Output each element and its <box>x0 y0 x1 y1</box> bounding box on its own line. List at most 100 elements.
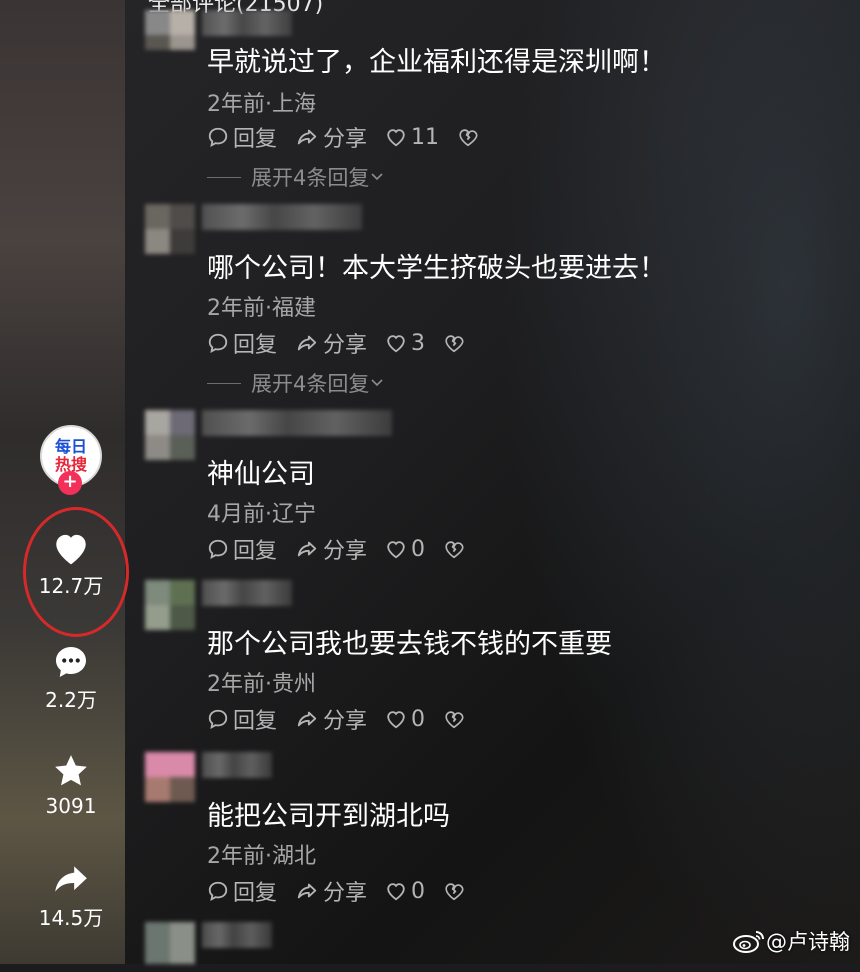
comment-meta: 2年前·湖北 <box>207 844 316 869</box>
reply-label: 回复 <box>233 333 278 358</box>
reply-bubble-icon <box>208 881 228 901</box>
user-avatar-pixelated[interactable] <box>145 410 195 460</box>
share-outline-icon <box>297 335 317 351</box>
user-avatar-pixelated[interactable] <box>145 752 195 802</box>
comment-actions: 回复 分享 0 <box>207 704 487 734</box>
expand-divider <box>207 382 241 384</box>
share-comment-button[interactable]: 分享 <box>295 703 367 735</box>
share-label: 分享 <box>323 539 368 564</box>
heart-outline-icon <box>387 335 405 353</box>
chevron-down-icon <box>371 173 383 181</box>
favorite-count: 3091 <box>45 794 97 818</box>
avatar-line1: 每日 <box>54 437 87 456</box>
reply-button[interactable]: 回复 <box>207 327 277 359</box>
comment-like-button[interactable]: 3 <box>385 331 425 356</box>
username-pixelated[interactable] <box>202 204 362 230</box>
broken-heart-icon <box>445 883 464 901</box>
comment-text: 那个公司我也要去钱不钱的不重要 <box>207 629 612 660</box>
user-avatar-pixelated[interactable] <box>145 204 195 254</box>
dislike-button[interactable] <box>443 880 469 902</box>
share-outline-icon <box>297 883 317 899</box>
username-pixelated[interactable] <box>202 580 292 606</box>
expand-label: 展开4条回复 <box>251 166 370 190</box>
share-button[interactable]: 14.5万 <box>0 860 142 931</box>
comment-meta: 4月前·辽宁 <box>207 502 316 527</box>
comment-meta: 2年前·福建 <box>207 296 316 321</box>
username-pixelated[interactable] <box>202 10 292 36</box>
share-label: 分享 <box>323 881 368 906</box>
dislike-button[interactable] <box>443 332 469 354</box>
comment-like-button[interactable]: 0 <box>385 879 425 904</box>
expand-replies[interactable]: 展开4条回复 <box>207 368 385 398</box>
comment-actions: 回复 分享 0 <box>207 534 487 564</box>
favorite-button[interactable]: 3091 <box>0 752 142 818</box>
comment-like-count: 0 <box>411 878 426 904</box>
watermark-text: @卢诗翰 <box>766 930 850 954</box>
heart-outline-icon <box>387 541 405 559</box>
reply-button[interactable]: 回复 <box>207 703 277 735</box>
follow-button[interactable]: + <box>58 471 82 495</box>
comment-bubble-icon <box>56 647 86 677</box>
user-avatar-pixelated[interactable] <box>145 580 195 630</box>
heart-outline-icon <box>387 129 405 147</box>
dislike-button[interactable] <box>443 538 469 560</box>
comment-text: 哪个公司！本大学生挤破头也要进去！ <box>207 253 666 284</box>
broken-heart-icon <box>445 335 464 353</box>
weibo-logo-icon <box>733 931 764 953</box>
expand-label: 展开4条回复 <box>251 372 370 396</box>
reply-button[interactable]: 回复 <box>207 875 277 907</box>
chevron-down-icon <box>371 379 383 387</box>
share-label: 分享 <box>323 709 368 734</box>
expand-replies[interactable]: 展开4条回复 <box>207 162 385 192</box>
comment-actions: 回复 分享 3 <box>207 328 487 358</box>
like-button[interactable]: 12.7万 <box>0 530 142 599</box>
comment-like-count: 3 <box>411 330 426 356</box>
comment-count: 2.2万 <box>45 688 97 712</box>
comment-text: 神仙公司 <box>207 459 315 490</box>
dislike-button[interactable] <box>457 126 483 148</box>
comment-text: 早就说过了，企业福利还得是深圳啊！ <box>207 47 666 78</box>
share-outline-icon <box>297 541 317 557</box>
comment-meta: 2年前·贵州 <box>207 672 316 697</box>
reply-bubble-icon <box>208 539 228 559</box>
share-count: 14.5万 <box>38 906 104 930</box>
share-comment-button[interactable]: 分享 <box>295 533 367 565</box>
reply-label: 回复 <box>233 709 278 734</box>
comment-actions: 回复 分享 0 <box>207 876 487 906</box>
heart-outline-icon <box>387 711 405 729</box>
username-pixelated[interactable] <box>202 410 392 436</box>
comment-like-button[interactable]: 0 <box>385 707 425 732</box>
reply-button[interactable]: 回复 <box>207 533 277 565</box>
username-pixelated[interactable] <box>202 922 272 948</box>
user-avatar-pixelated[interactable] <box>145 922 195 972</box>
comment-like-button[interactable]: 11 <box>385 125 439 150</box>
comment-like-button[interactable]: 0 <box>385 537 425 562</box>
share-comment-button[interactable]: 分享 <box>295 121 367 153</box>
share-comment-button[interactable]: 分享 <box>295 327 367 359</box>
heart-icon <box>56 534 86 565</box>
share-arrow-icon <box>55 866 87 892</box>
reply-label: 回复 <box>233 539 278 564</box>
expand-divider <box>207 176 241 178</box>
comment-like-count: 11 <box>411 124 440 150</box>
share-label: 分享 <box>323 333 368 358</box>
weibo-watermark: @卢诗翰 <box>732 926 850 956</box>
comment-like-count: 0 <box>411 706 426 732</box>
user-avatar-pixelated[interactable] <box>145 10 195 60</box>
comment-like-count: 0 <box>411 536 426 562</box>
heart-outline-icon <box>387 883 405 901</box>
share-outline-icon <box>297 129 317 145</box>
comment-meta: 2年前·上海 <box>207 92 316 117</box>
dislike-button[interactable] <box>443 708 469 730</box>
reply-label: 回复 <box>233 127 278 152</box>
comment-button[interactable]: 2.2万 <box>0 644 142 713</box>
creator-avatar[interactable]: 每日 热搜 + <box>40 425 102 495</box>
star-icon <box>55 755 87 786</box>
broken-heart-icon <box>445 541 464 559</box>
reply-bubble-icon <box>208 333 228 353</box>
reply-bubble-icon <box>208 709 228 729</box>
reply-button[interactable]: 回复 <box>207 121 277 153</box>
share-comment-button[interactable]: 分享 <box>295 875 367 907</box>
share-outline-icon <box>297 711 317 727</box>
username-pixelated[interactable] <box>202 752 272 778</box>
